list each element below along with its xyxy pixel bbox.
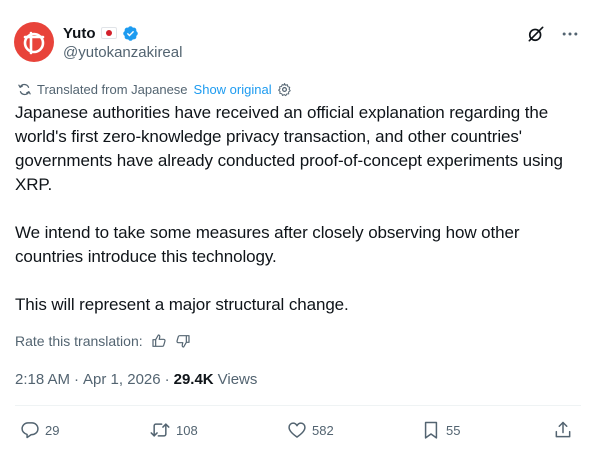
- thumbs-down-icon[interactable]: [175, 333, 191, 349]
- tweet-date[interactable]: Apr 1, 2026: [83, 371, 161, 388]
- tweet-text: Japanese authorities have received an of…: [15, 103, 563, 314]
- views-count: 29.4K: [173, 370, 214, 388]
- tweet-time[interactable]: 2:18 AM: [15, 371, 70, 388]
- views-label: Views: [217, 370, 258, 388]
- avatar-logo-icon: [23, 31, 45, 55]
- like-button[interactable]: 582: [287, 418, 334, 442]
- translated-label: Translated from Japanese: [37, 81, 188, 97]
- show-original-link[interactable]: Show original: [194, 82, 272, 97]
- reply-icon: [21, 422, 39, 439]
- author-display-name[interactable]: Yuto: [63, 25, 96, 42]
- author-handle[interactable]: @yutokanzakireal: [63, 44, 182, 61]
- repost-count: 108: [176, 422, 198, 438]
- tweet-top-actions: [526, 24, 580, 44]
- bookmark-icon: [424, 421, 438, 439]
- divider: [15, 405, 581, 406]
- rate-translation-row: Rate this translation:: [15, 331, 191, 351]
- avatar[interactable]: [14, 22, 54, 62]
- meta-separator-2: ·: [164, 370, 170, 388]
- reply-count: 29: [45, 422, 60, 438]
- rate-translation-label: Rate this translation:: [15, 333, 143, 349]
- share-icon: [555, 421, 571, 438]
- author-name-row: Yuto: [63, 23, 139, 43]
- bookmark-button[interactable]: 55: [421, 418, 460, 442]
- repost-button[interactable]: 108: [149, 418, 198, 442]
- share-button[interactable]: [553, 418, 573, 442]
- japan-flag-icon: [100, 27, 117, 39]
- more-icon[interactable]: [560, 24, 580, 44]
- thumbs-up-icon[interactable]: [151, 333, 167, 349]
- tweet-meta: 2:18 AM · Apr 1, 2026 · 29.4K Views: [15, 368, 257, 390]
- like-icon: [288, 422, 306, 438]
- bookmark-count: 55: [446, 422, 461, 438]
- translate-icon: [18, 83, 31, 95]
- repost-icon: [150, 423, 170, 437]
- reply-button[interactable]: 29: [20, 418, 59, 442]
- grok-icon[interactable]: [526, 24, 546, 44]
- like-count: 582: [312, 422, 334, 438]
- verified-badge-icon[interactable]: [122, 25, 139, 42]
- settings-icon[interactable]: [277, 82, 292, 97]
- tweet-actions-bar: 29 108 582 55: [20, 418, 580, 442]
- meta-separator: ·: [74, 370, 80, 388]
- translation-notice: Translated from Japanese Show original: [17, 81, 292, 97]
